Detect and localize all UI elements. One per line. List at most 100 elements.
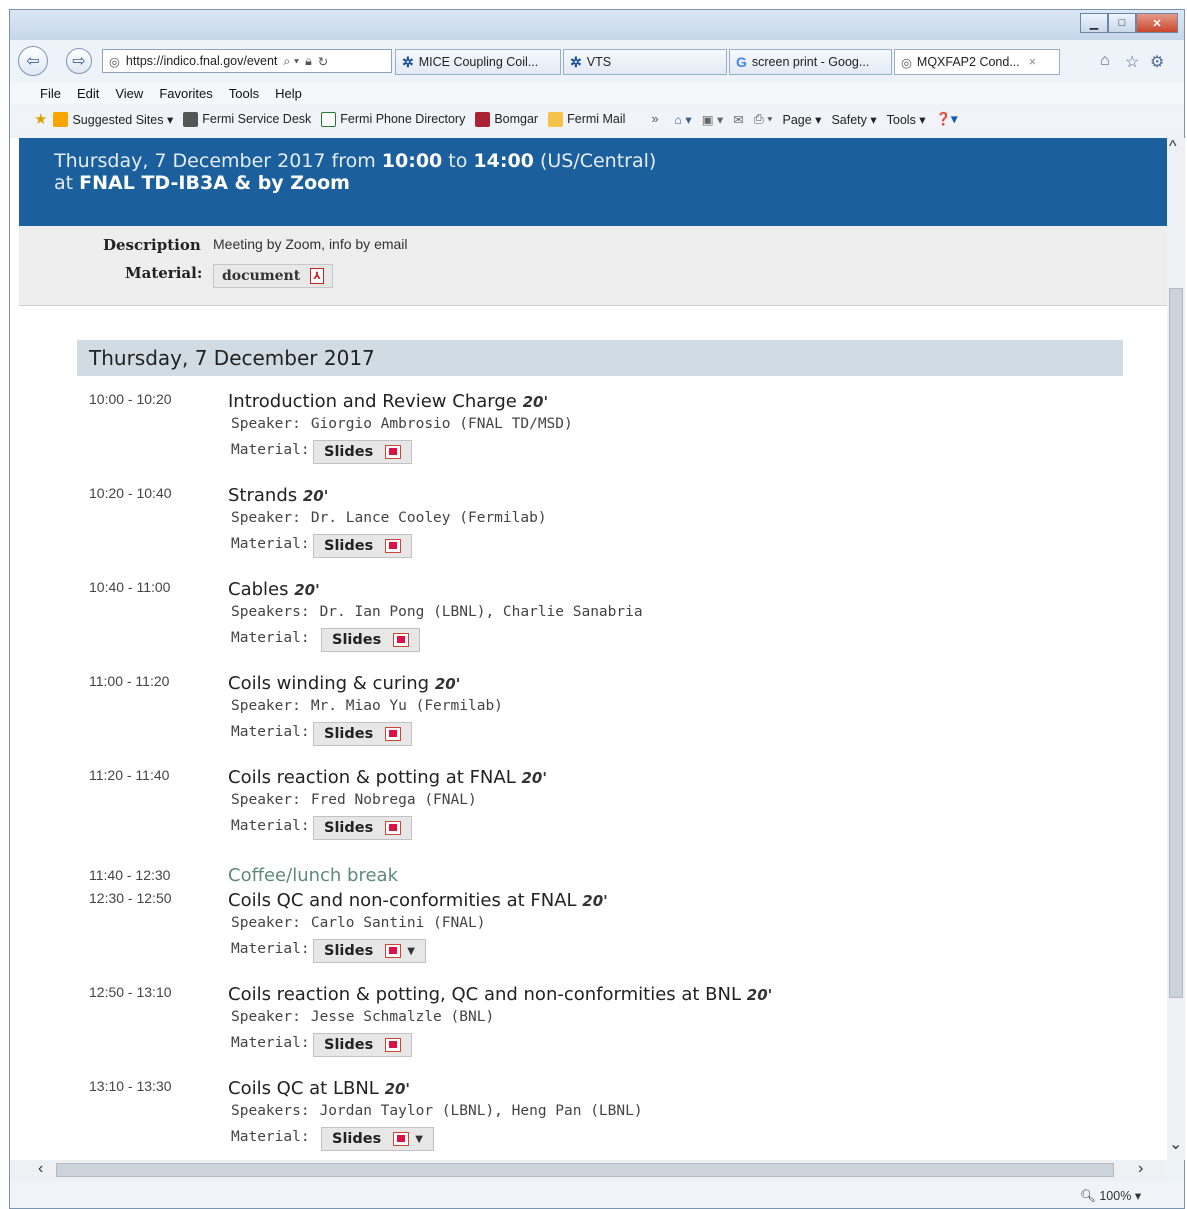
fav-suggested-sites[interactable]: Suggested Sites ▾ — [53, 111, 173, 127]
entry-time: 11:00 - 11:20 — [89, 673, 170, 689]
slides-button[interactable]: Slides — [313, 1033, 413, 1057]
slides-file-icon — [385, 539, 402, 553]
scroll-right-icon[interactable]: › — [1138, 1160, 1143, 1178]
event-location: FNAL TD-IB3A & by Zoom — [79, 172, 350, 194]
entry-title[interactable]: Introduction and Review Charge 20' — [228, 391, 548, 412]
favorites-star-icon[interactable]: ★ — [34, 110, 47, 128]
help-icon[interactable]: ❓▾ — [936, 111, 958, 127]
vertical-scroll-thumb[interactable] — [1169, 288, 1183, 998]
entry-title[interactable]: Strands 20' — [228, 485, 328, 506]
menu-favorites[interactable]: Favorites — [159, 86, 212, 101]
print-icon[interactable]: ⎙ ▾ — [754, 112, 773, 127]
fnal-icon: ✲ — [402, 53, 414, 70]
menu-tools[interactable]: Tools — [229, 86, 259, 101]
slides-button[interactable]: Slides ▼ — [313, 939, 426, 963]
description-label: Description — [103, 236, 201, 254]
tab-google[interactable]: G screen print - Goog... — [729, 49, 892, 75]
read-mail-icon[interactable]: ✉ — [733, 112, 743, 127]
speaker-name: Jordan Taylor (LBNL), Heng Pan (LBNL) — [319, 1103, 643, 1119]
close-window-button[interactable]: ✕ — [1136, 13, 1178, 33]
entry-duration: 20' — [582, 892, 608, 910]
chevron-down-icon[interactable]: ▼ — [407, 946, 415, 957]
address-bar[interactable]: ◎ https://indico.fnal.gov/event ⌕ ▾ 🔒︎ ↻ — [102, 49, 392, 73]
horizontal-scrollbar[interactable]: ‹ › — [10, 1160, 1167, 1180]
slides-file-icon — [385, 727, 402, 741]
entry-duration: 20' — [746, 986, 773, 1004]
favorites-star-icon[interactable]: ☆ — [1125, 52, 1139, 72]
entry-material-label: Material: — [231, 442, 310, 458]
fav-fermi-phone-directory[interactable]: Fermi Phone Directory — [321, 111, 465, 127]
close-tab-icon[interactable]: × — [1029, 55, 1036, 69]
entry-title[interactable]: Coils QC and non-conformities at FNAL 20… — [228, 890, 608, 911]
entry-time: 10:20 - 10:40 — [89, 485, 172, 501]
menu-edit[interactable]: Edit — [77, 86, 99, 101]
search-icon[interactable]: ⌕ ▾ — [283, 54, 299, 69]
slides-button[interactable]: Slides ▼ — [321, 1127, 434, 1151]
tab-mice-coupling[interactable]: ✲ MICE Coupling Coil... — [395, 49, 561, 75]
fnal-icon: ✲ — [570, 53, 582, 70]
material-label: Material: — [125, 264, 203, 282]
entry-time: 12:50 - 13:10 — [89, 984, 172, 1000]
zoom-control[interactable]: 🔍︎ 100% ▾ — [1080, 1188, 1141, 1204]
directory-icon — [321, 111, 337, 127]
command-page[interactable]: Page ▾ — [783, 112, 822, 127]
slides-button[interactable]: Slides — [313, 534, 413, 558]
maximize-button[interactable]: □ — [1108, 13, 1136, 33]
document-button[interactable]: document ⅄ — [213, 264, 334, 288]
chevron-more-icon[interactable]: » — [651, 112, 658, 126]
end-time: 14:00 — [473, 150, 534, 172]
slides-button[interactable]: Slides — [321, 628, 421, 652]
refresh-icon[interactable]: ↻ — [318, 54, 328, 69]
entry-title[interactable]: Cables 20' — [228, 579, 320, 600]
service-desk-icon — [183, 111, 199, 127]
fav-fermi-mail[interactable]: Fermi Mail — [548, 111, 625, 127]
slides-button[interactable]: Slides — [313, 722, 413, 746]
home-icon[interactable]: ⌂ — [1100, 52, 1110, 70]
back-button[interactable]: ⇦ — [18, 46, 48, 76]
entry-material-label: Material: — [231, 818, 310, 834]
feeds-icon[interactable]: ▣ ▾ — [702, 112, 724, 127]
fav-fermi-service-desk[interactable]: Fermi Service Desk — [183, 111, 311, 127]
browser-window: ▁ □ ✕ ⇦ ⇨ ◎ https://indico.fnal.gov/even… — [9, 9, 1185, 1209]
entry-speaker: Speaker: Giorgio Ambrosio (FNAL TD/MSD) — [231, 416, 573, 432]
vertical-scrollbar[interactable]: ^ ⌄ — [1167, 138, 1185, 1160]
scroll-up-icon[interactable]: ^ — [1169, 138, 1177, 156]
menu-help[interactable]: Help — [275, 86, 302, 101]
entry-duration: 20' — [522, 393, 549, 411]
favorites-bar: ★ Suggested Sites ▾ Fermi Service Desk F… — [10, 106, 1184, 132]
home-command-icon[interactable]: ⌂ ▾ — [674, 112, 691, 127]
minimize-button[interactable]: ▁ — [1080, 13, 1108, 33]
description-value: Meeting by Zoom, info by email — [213, 236, 408, 252]
entry-time: 12:30 - 12:50 — [89, 890, 172, 906]
tab-mqxfap2[interactable]: ◎ MQXFAP2 Cond... × — [894, 49, 1060, 75]
slides-button[interactable]: Slides — [313, 440, 413, 464]
speaker-label: Speaker: — [231, 510, 301, 526]
speaker-label: Speakers: — [231, 604, 310, 620]
entry-speaker: Speaker: Carlo Santini (FNAL) — [231, 915, 485, 931]
entry-title[interactable]: Coils winding & curing 20' — [228, 673, 460, 694]
entry-title[interactable]: Coils reaction & potting, QC and non-con… — [228, 984, 772, 1005]
chevron-down-icon[interactable]: ▼ — [415, 1134, 423, 1145]
tab-vts[interactable]: ✲ VTS — [563, 49, 727, 75]
slides-button[interactable]: Slides — [313, 816, 413, 840]
forward-button[interactable]: ⇨ — [66, 48, 92, 74]
menu-bar: File Edit View Favorites Tools Help — [10, 82, 1184, 104]
event-date-line: Thursday, 7 December 2017 from 10:00 to … — [54, 150, 657, 172]
slides-file-icon — [393, 1132, 410, 1146]
gear-icon[interactable]: ⚙ — [1150, 52, 1164, 72]
scroll-down-icon[interactable]: ⌄ — [1169, 1134, 1182, 1154]
fav-bomgar[interactable]: Bomgar — [475, 111, 538, 127]
menu-view[interactable]: View — [115, 86, 143, 101]
entry-title[interactable]: Coils reaction & potting at FNAL 20' — [228, 767, 547, 788]
command-safety[interactable]: Safety ▾ — [831, 112, 876, 127]
speaker-label: Speaker: — [231, 915, 301, 931]
command-tools[interactable]: Tools ▾ — [887, 112, 926, 127]
entry-speaker: Speakers: Dr. Ian Pong (LBNL), Charlie Sa… — [231, 604, 643, 620]
scroll-left-icon[interactable]: ‹ — [38, 1160, 43, 1178]
back-arrow-icon: ⇦ — [26, 53, 40, 70]
horizontal-scroll-thumb[interactable] — [56, 1163, 1114, 1177]
entry-title[interactable]: Coils QC at LBNL 20' — [228, 1078, 410, 1099]
menu-file[interactable]: File — [40, 86, 61, 101]
mail-icon — [548, 111, 564, 127]
lock-icon: 🔒︎ — [305, 53, 312, 68]
